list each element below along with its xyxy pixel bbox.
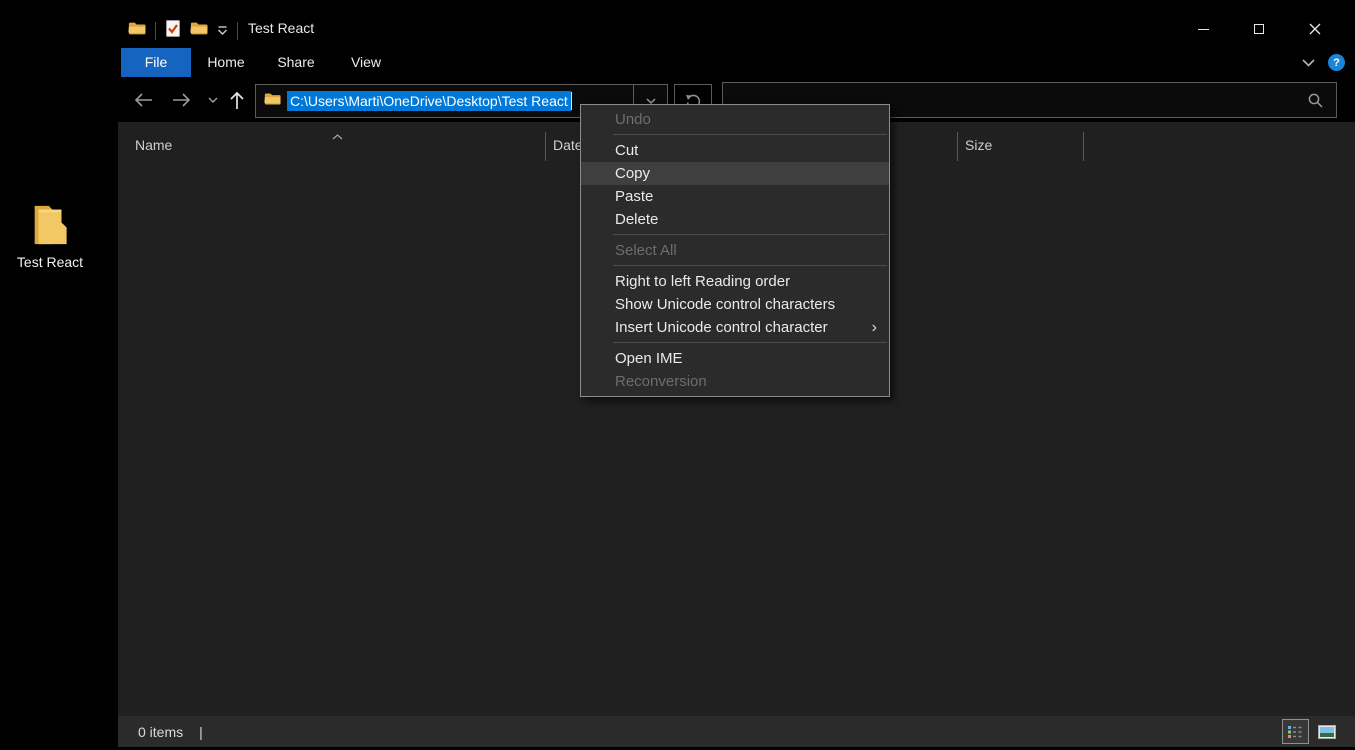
submenu-arrow-icon: › [871, 319, 877, 336]
maximize-icon [1254, 24, 1264, 34]
menu-item-reconversion: Reconversion [615, 373, 707, 390]
menu-item-open-ime[interactable]: Open IME [581, 347, 889, 370]
menu-item-delete[interactable]: Delete [581, 208, 889, 231]
up-arrow-icon [230, 91, 244, 109]
address-folder-icon [264, 92, 281, 111]
menu-item-undo: Undo [615, 111, 651, 128]
edit-context-menu: Undo Cut Copy Paste Delete Select All Ri… [580, 104, 890, 397]
status-separator: | [199, 723, 203, 740]
minimize-icon [1197, 28, 1209, 30]
up-button[interactable] [225, 89, 249, 111]
column-divider[interactable] [545, 132, 546, 161]
sort-ascending-icon [332, 127, 343, 145]
address-path-selected-text[interactable]: C:\Users\Marti\OneDrive\Desktop\Test Rea… [287, 91, 571, 111]
column-header-size[interactable]: Size [965, 137, 992, 153]
ribbon-right-controls: ? [1302, 48, 1345, 77]
menu-separator [613, 134, 887, 135]
desktop: Test React Test React File Home Share Vi… [0, 0, 1355, 750]
menu-item-paste[interactable]: Paste [581, 185, 889, 208]
column-divider[interactable] [1083, 132, 1084, 161]
column-divider[interactable] [957, 132, 958, 161]
thumbnails-view-icon [1317, 724, 1336, 739]
chevron-down-icon [208, 96, 218, 103]
view-toggle-buttons [1282, 719, 1340, 744]
tab-share[interactable]: Share [261, 48, 331, 77]
back-arrow-icon [134, 93, 152, 107]
customize-quick-access-icon[interactable] [217, 22, 228, 40]
menu-item-copy[interactable]: Copy [581, 162, 889, 185]
tab-view[interactable]: View [331, 48, 401, 77]
help-icon[interactable]: ? [1328, 54, 1345, 71]
window-folder-icon [128, 21, 146, 41]
menu-item-show-unicode-control-characters[interactable]: Show Unicode control characters [581, 293, 889, 316]
toolbar-separator [237, 22, 238, 40]
ribbon-tab-bar: File Home Share View [118, 48, 1355, 77]
item-count: 0 items [138, 723, 184, 740]
maximize-button[interactable] [1231, 10, 1287, 48]
text-caret [570, 92, 572, 110]
forward-arrow-icon [172, 93, 190, 107]
tab-file[interactable]: File [121, 48, 191, 77]
window-title: Test React [248, 20, 315, 36]
minimize-button[interactable] [1175, 10, 1231, 48]
search-icon[interactable] [1307, 92, 1324, 114]
thumbnails-view-button[interactable] [1313, 719, 1340, 744]
menu-separator [613, 234, 887, 235]
tab-home[interactable]: Home [191, 48, 261, 77]
back-button[interactable] [131, 89, 155, 111]
properties-icon[interactable] [165, 19, 181, 43]
toolbar-separator [155, 22, 156, 40]
menu-item-insert-unicode-control-character[interactable]: Insert Unicode control character › [581, 316, 889, 339]
menu-separator [613, 342, 887, 343]
details-view-icon [1288, 726, 1303, 738]
status-bar: 0 items | [118, 716, 1355, 747]
title-bar[interactable]: Test React [118, 10, 1355, 48]
quick-access-toolbar [128, 19, 238, 43]
menu-item-select-all: Select All [615, 242, 677, 259]
close-button[interactable] [1287, 10, 1343, 48]
close-icon [1309, 23, 1321, 35]
menu-item-cut[interactable]: Cut [581, 139, 889, 162]
collapse-ribbon-icon[interactable] [1302, 54, 1315, 72]
details-view-button[interactable] [1282, 719, 1309, 744]
new-folder-icon[interactable] [190, 21, 208, 41]
folder-icon [11, 204, 89, 246]
forward-button[interactable] [169, 89, 193, 111]
desktop-folder-test-react[interactable]: Test React [11, 204, 89, 270]
status-left: 0 items | [138, 716, 203, 747]
recent-locations-button[interactable] [201, 89, 225, 111]
desktop-folder-label: Test React [16, 254, 84, 270]
menu-item-right-to-left-reading-order[interactable]: Right to left Reading order [581, 270, 889, 293]
window-controls [1175, 10, 1343, 48]
menu-separator [613, 265, 887, 266]
column-header-name[interactable]: Name [135, 137, 172, 153]
